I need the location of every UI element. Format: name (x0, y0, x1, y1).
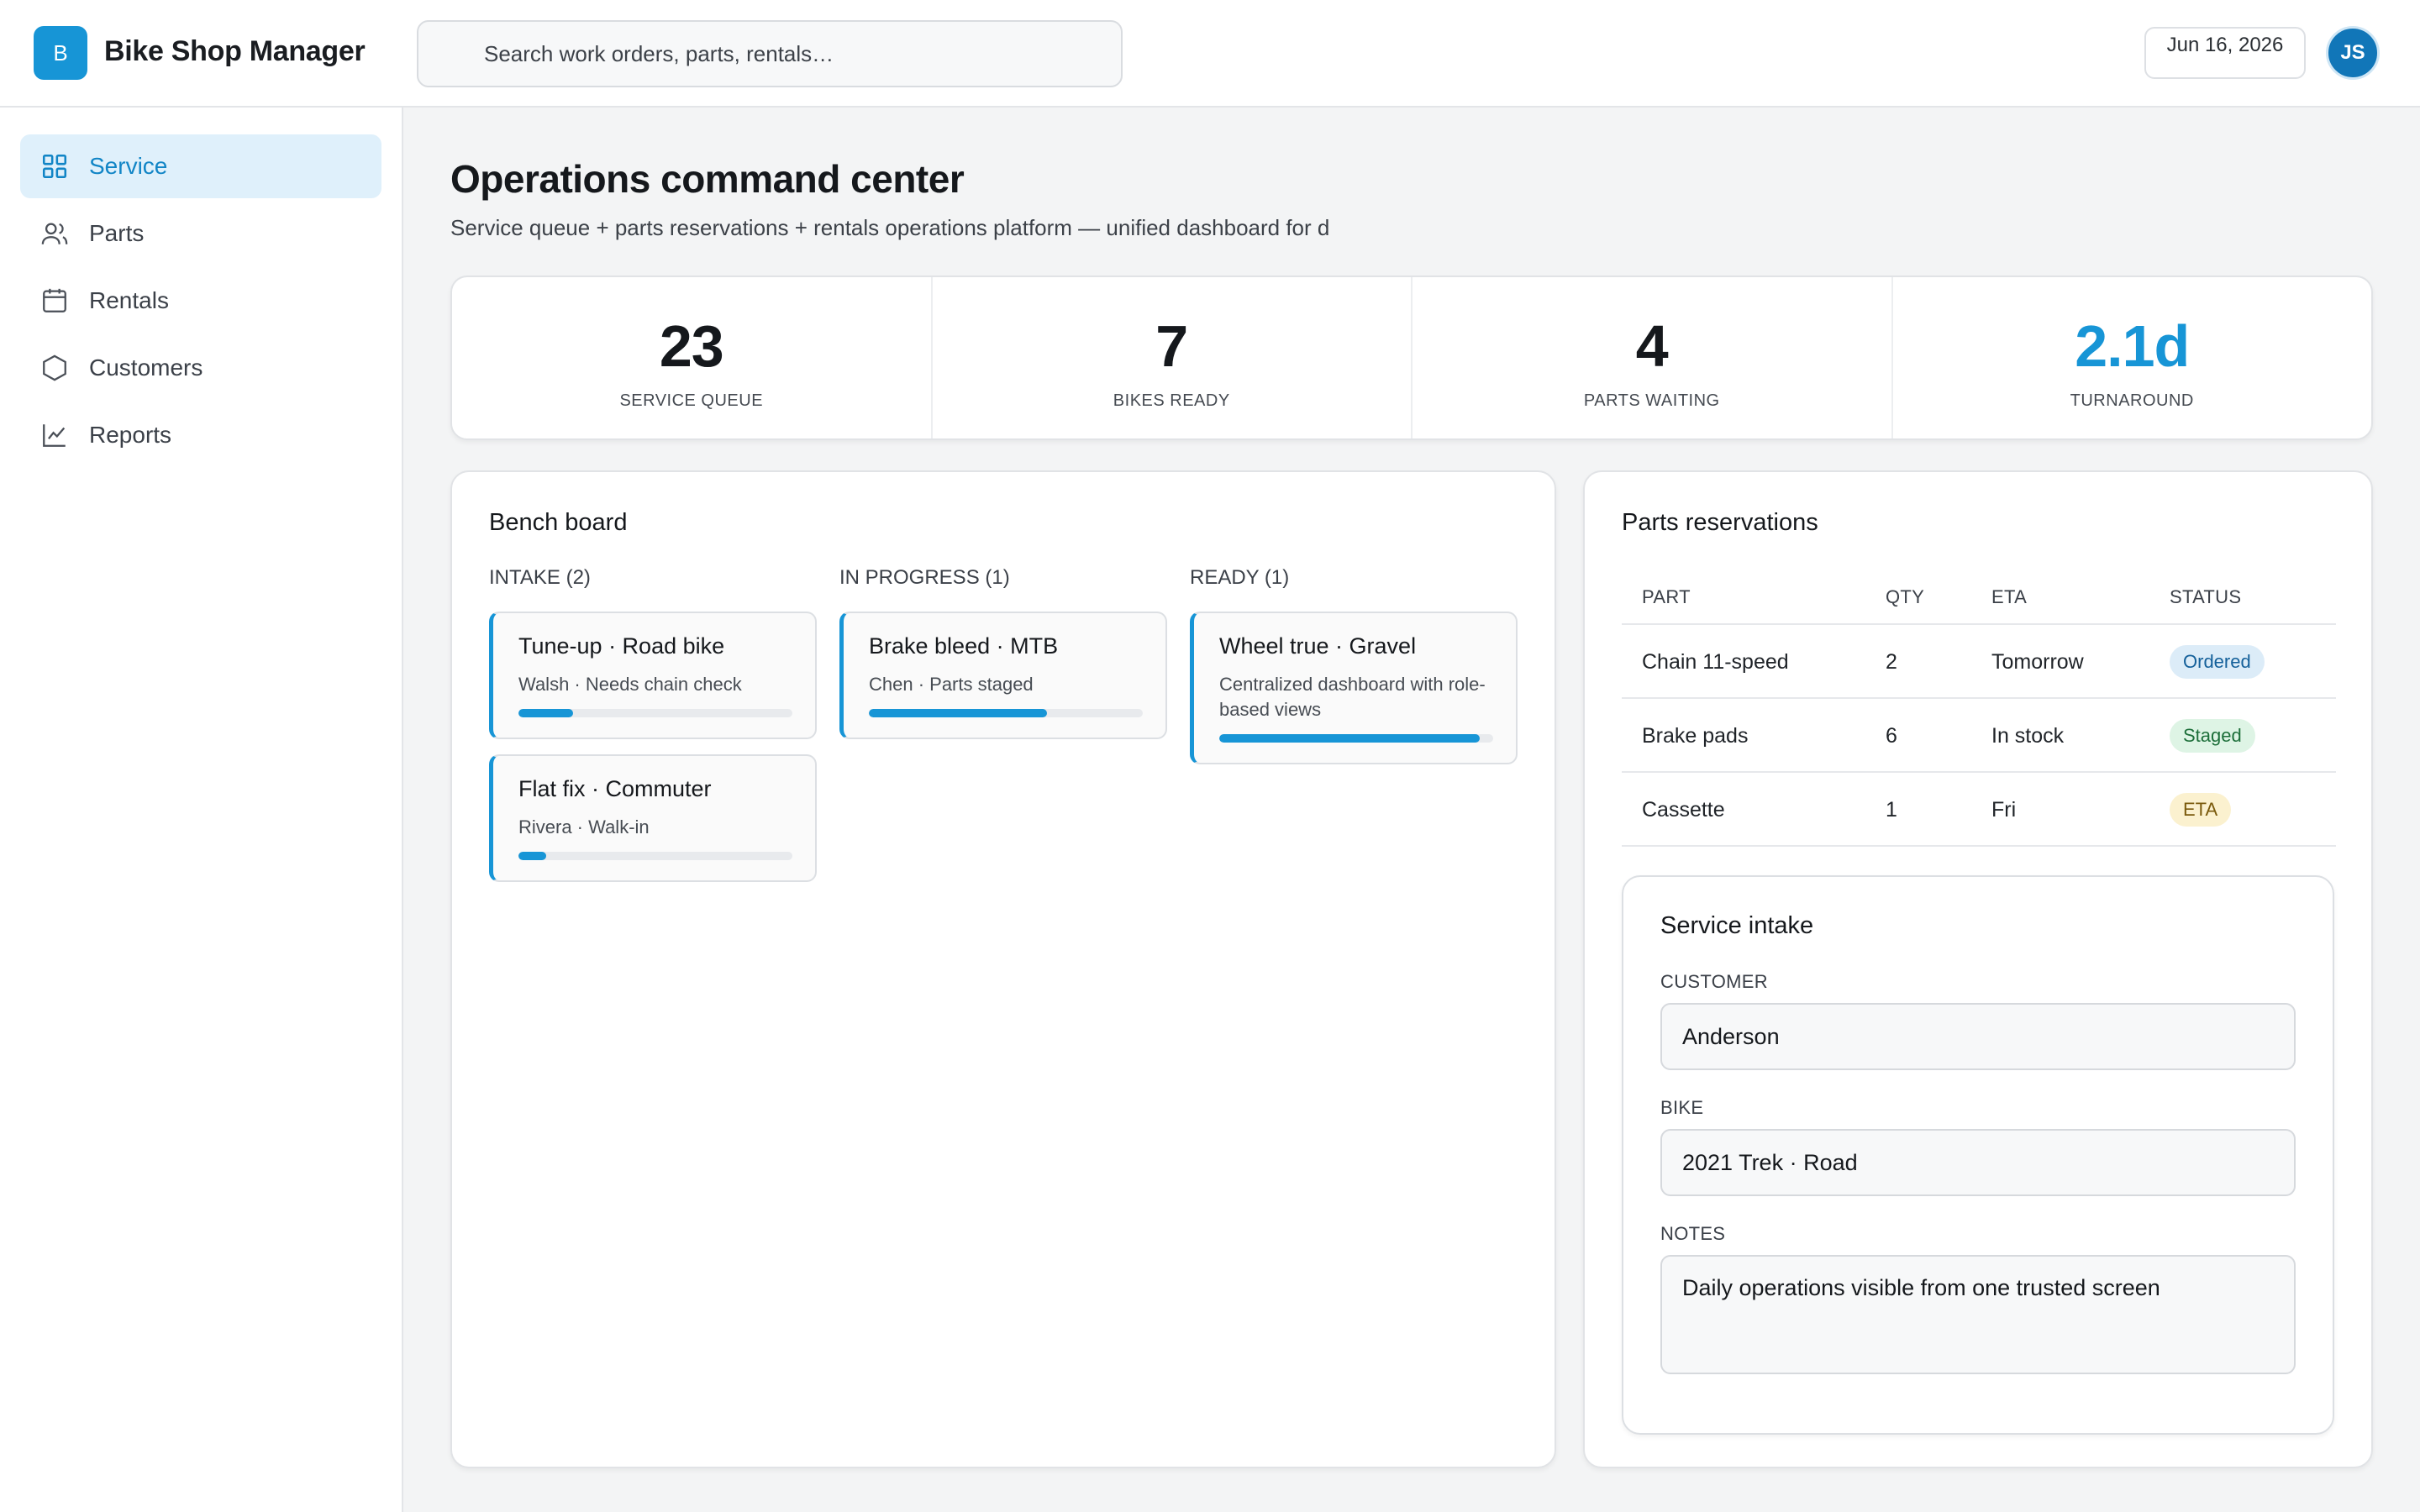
column-header-eta: ETA (1991, 586, 2028, 607)
status-badge: ETA (2170, 793, 2232, 827)
job-title: Tune-up · Road bike (518, 633, 725, 659)
hexagon-icon (43, 354, 66, 381)
sidebar-item-label: Service (89, 153, 168, 179)
kpi-label: PARTS WAITING (1583, 391, 1720, 410)
notes-value: Daily operations visible from one truste… (1682, 1275, 2160, 1300)
kpi-value: 23 (659, 313, 724, 379)
sidebar-item-service[interactable]: Service (20, 134, 381, 198)
notes-textarea[interactable]: Daily operations visible from one truste… (1660, 1255, 2296, 1374)
bike-field[interactable]: 2021 Trek · Road (1660, 1129, 2296, 1196)
table-divider (1622, 845, 2336, 847)
kpi-label: TURNAROUND (2070, 391, 2194, 410)
job-subtitle: Walsh · Needs chain check (518, 674, 742, 695)
column-heading-in-progress: IN PROGRESS (1) (839, 566, 1010, 589)
app-title: Bike Shop Manager (104, 35, 366, 67)
column-heading-ready: READY (1) (1190, 566, 1290, 589)
bench-board-panel: Bench board INTAKE (2) IN PROGRESS (1) R… (450, 470, 1556, 1468)
job-subtitle: Rivera · Walk-in (518, 816, 650, 837)
job-card[interactable]: Brake bleed · MTB Chen · Parts staged (839, 612, 1167, 739)
customer-value: Anderson (1682, 1023, 1780, 1049)
page-title: Operations command center (450, 157, 965, 201)
cell-eta: Fri (1991, 798, 2017, 822)
cell-qty: 1 (1886, 798, 1897, 822)
sidebar-item-label: Parts (89, 220, 145, 246)
column-heading-intake: INTAKE (2) (489, 566, 591, 589)
job-title: Brake bleed · MTB (869, 633, 1059, 659)
logo-letter: B (53, 39, 68, 66)
job-progress-fill (518, 852, 546, 860)
job-subtitle: Chen · Parts staged (869, 674, 1034, 695)
cell-eta: Tomorrow (1991, 650, 2084, 674)
status-badge: Staged (2170, 719, 2255, 753)
notes-label: NOTES (1660, 1223, 1726, 1244)
user-avatar[interactable]: JS (2326, 26, 2380, 80)
kpi-strip: 23 SERVICE QUEUE 7 BIKES READY 4 PARTS W… (450, 276, 2373, 440)
kpi-turnaround: 2.1d TURNAROUND (1893, 277, 2372, 438)
customer-label: CUSTOMER (1660, 971, 1768, 992)
job-progress-bar (1219, 734, 1493, 743)
grid-icon (42, 154, 67, 179)
service-intake-title: Service intake (1660, 912, 1814, 939)
bike-value: 2021 Trek · Road (1682, 1149, 1858, 1175)
sidebar-item-reports[interactable]: Reports (20, 403, 381, 467)
search-placeholder: Search work orders, parts, rentals… (484, 40, 834, 66)
kpi-parts-waiting: 4 PARTS WAITING (1413, 277, 1893, 438)
app-logo: B (34, 26, 87, 80)
date-button[interactable]: Jun 16, 2026 (2144, 27, 2306, 79)
avatar-initials: JS (2340, 41, 2365, 64)
kpi-service-queue: 23 SERVICE QUEUE (452, 277, 933, 438)
job-card[interactable]: Tune-up · Road bike Walsh · Needs chain … (489, 612, 817, 739)
job-title: Flat fix · Commuter (518, 776, 712, 801)
column-header-part: PART (1642, 586, 1691, 607)
job-progress-bar (518, 709, 792, 717)
cell-part: Cassette (1642, 798, 1725, 822)
sidebar-item-label: Rentals (89, 287, 169, 313)
job-progress-fill (869, 709, 1047, 717)
bike-label: BIKE (1660, 1097, 1704, 1118)
column-header-status: STATUS (2170, 586, 2242, 607)
job-progress-fill (518, 709, 574, 717)
service-intake-form: Service intake CUSTOMER Anderson BIKE 20… (1622, 875, 2334, 1435)
parts-reservations-title: Parts reservations (1622, 509, 1818, 536)
kpi-bikes-ready: 7 BIKES READY (933, 277, 1413, 438)
job-card[interactable]: Wheel true · Gravel Centralized dashboar… (1190, 612, 1518, 764)
calendar-icon (43, 288, 66, 312)
bench-board-title: Bench board (489, 509, 628, 536)
sidebar-item-rentals[interactable]: Rentals (20, 269, 381, 333)
table-divider (1622, 697, 2336, 699)
table-divider (1622, 771, 2336, 773)
cell-qty: 6 (1886, 724, 1897, 748)
sidebar-item-customers[interactable]: Customers (20, 336, 381, 400)
parts-reservations-panel: Parts reservations PART QTY ETA STATUS C… (1583, 470, 2373, 1468)
users-icon (41, 223, 68, 244)
page-subtitle: Service queue + parts reservations + ren… (450, 215, 1330, 240)
kpi-label: BIKES READY (1113, 391, 1230, 410)
cell-qty: 2 (1886, 650, 1897, 674)
line-chart-icon (43, 424, 66, 447)
search-input[interactable]: Search work orders, parts, rentals… (417, 20, 1123, 87)
cell-part: Chain 11-speed (1642, 650, 1789, 674)
customer-field[interactable]: Anderson (1660, 1003, 2296, 1070)
sidebar-item-label: Reports (89, 422, 172, 448)
cell-part: Brake pads (1642, 724, 1749, 748)
sidebar-item-label: Customers (89, 354, 203, 381)
status-badge: Ordered (2170, 645, 2265, 679)
column-header-qty: QTY (1886, 586, 1925, 607)
job-progress-fill (1219, 734, 1480, 743)
job-card[interactable]: Flat fix · Commuter Rivera · Walk-in (489, 754, 817, 882)
job-subtitle: Centralized dashboard with role-based vi… (1219, 674, 1486, 720)
sidebar-item-parts[interactable]: Parts (20, 202, 381, 265)
kpi-label: SERVICE QUEUE (619, 391, 764, 410)
sidebar: Service Parts Rentals Customers Reports (0, 108, 403, 1512)
date-label: Jun 16, 2026 (2166, 34, 2284, 56)
table-divider (1622, 623, 2336, 625)
job-progress-bar (518, 852, 792, 860)
job-progress-bar (869, 709, 1143, 717)
kpi-value: 2.1d (2075, 313, 2190, 379)
kpi-value: 4 (1635, 313, 1669, 379)
job-title: Wheel true · Gravel (1219, 633, 1417, 659)
kpi-value: 7 (1155, 313, 1188, 379)
top-bar: B Bike Shop Manager Search work orders, … (0, 0, 2420, 108)
cell-eta: In stock (1991, 724, 2065, 748)
